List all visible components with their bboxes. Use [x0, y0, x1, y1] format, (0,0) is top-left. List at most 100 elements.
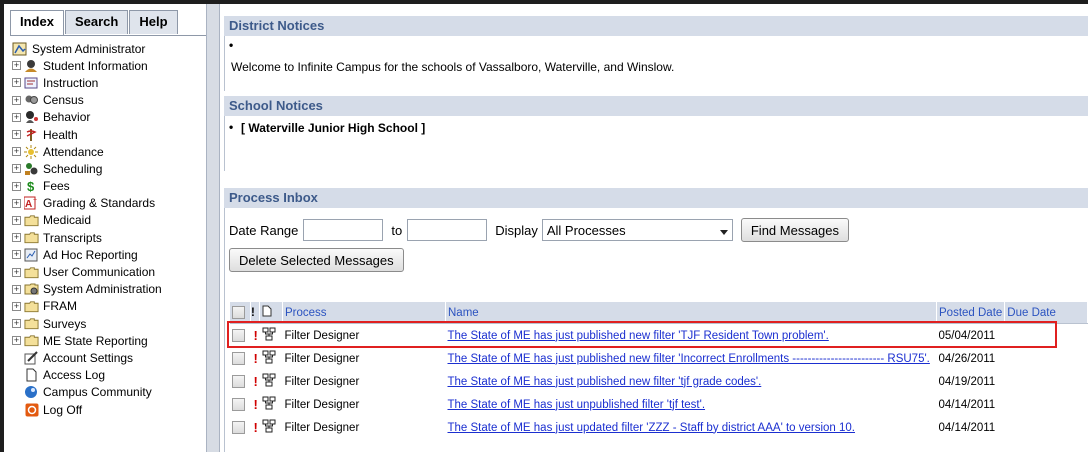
expand-icon[interactable]: + — [12, 78, 21, 88]
row-select-cell — [230, 393, 251, 416]
name-cell: The State of ME has just published new f… — [446, 370, 937, 393]
expand-icon[interactable]: + — [12, 112, 21, 122]
due-date-column-header[interactable]: Due Date — [1004, 302, 1088, 324]
tree-item-behavior[interactable]: + Behavior — [12, 109, 208, 126]
display-select[interactable]: All Processes — [541, 219, 733, 241]
tree-item-label: FRAM — [43, 299, 77, 314]
scheduling-icon — [24, 162, 39, 176]
expand-icon[interactable]: + — [12, 95, 21, 105]
tree-item-transcripts[interactable]: + Transcripts — [12, 229, 208, 246]
expand-icon[interactable]: + — [12, 250, 21, 260]
tree-item-fees[interactable]: + $ Fees — [12, 178, 208, 195]
table-row[interactable]: ! Filter Designer The State of ME has just… — [230, 416, 1088, 439]
expand-icon[interactable]: + — [12, 181, 21, 191]
message-link[interactable]: The State of ME has just published new f… — [448, 376, 762, 388]
message-link[interactable]: The State of ME has just unpublished fil… — [448, 399, 706, 411]
tree-item-log-off[interactable]: Log Off — [12, 401, 208, 418]
navigation-pane: Index Search Help System Administrator +… — [4, 4, 206, 452]
row-select-cell — [230, 324, 251, 348]
process-column-header[interactable]: Process — [282, 302, 446, 324]
expand-icon[interactable]: + — [12, 336, 21, 346]
tree-item-health[interactable]: + Health — [12, 126, 208, 143]
tree-item-account-settings[interactable]: Account Settings — [12, 349, 208, 366]
table-row[interactable]: ! Filter Designer The State of ME has just… — [230, 324, 1088, 348]
expand-icon[interactable]: + — [12, 215, 21, 225]
tree-item-campus-community[interactable]: Campus Community — [12, 384, 208, 401]
tree-item-grading-standards[interactable]: + A + Grading & Standards — [12, 195, 208, 212]
priority-cell: ! — [251, 416, 260, 439]
expand-icon[interactable]: + — [12, 147, 21, 157]
expand-icon[interactable]: + — [12, 284, 21, 294]
row-checkbox[interactable] — [232, 421, 245, 434]
tree-item-scheduling[interactable]: + Scheduling — [12, 160, 208, 177]
tree-item-census[interactable]: + Census — [12, 92, 208, 109]
tree-item-medicaid[interactable]: + Medicaid — [12, 212, 208, 229]
message-link[interactable]: The State of ME has just updated filter … — [448, 422, 856, 434]
priority-cell: ! — [251, 324, 260, 348]
folder-icon — [24, 317, 39, 331]
expand-icon[interactable]: + — [12, 233, 21, 243]
tree-item-instruction[interactable]: + Instruction — [12, 74, 208, 91]
tree-item-fram[interactable]: + FRAM — [12, 298, 208, 315]
date-range-start-input[interactable] — [303, 219, 384, 241]
expand-icon[interactable]: + — [12, 319, 21, 329]
chevron-down-icon — [719, 223, 728, 238]
tree-item-ad-hoc-reporting[interactable]: + Ad Hoc Reporting — [12, 246, 208, 263]
tree-item-label: Transcripts — [43, 230, 102, 245]
row-checkbox[interactable] — [232, 352, 245, 365]
student-icon — [24, 59, 39, 73]
expand-icon[interactable]: + — [12, 198, 21, 208]
delete-selected-messages-button[interactable]: Delete Selected Messages — [229, 248, 404, 272]
priority-icon: ! — [253, 374, 258, 389]
tree-item-access-log[interactable]: Access Log — [12, 367, 208, 384]
tree-item-surveys[interactable]: + Surveys — [12, 315, 208, 332]
due-date-cell — [1005, 370, 1088, 393]
name-column-header[interactable]: Name — [445, 302, 937, 324]
school-bullet: • — [229, 120, 234, 134]
row-checkbox[interactable] — [232, 329, 245, 342]
tree-item-label: Account Settings — [43, 350, 134, 365]
priority-icon: ! — [253, 351, 258, 366]
tree-root-label: System Administrator — [32, 41, 146, 56]
tree-item-label: Log Off — [43, 402, 83, 417]
find-messages-button[interactable]: Find Messages — [740, 218, 850, 242]
priority-icon: ! — [253, 397, 258, 412]
tree-item-attendance[interactable]: + Attendance — [12, 143, 208, 160]
tab-search[interactable]: Search — [64, 10, 129, 34]
row-checkbox[interactable] — [232, 398, 245, 411]
account-settings-icon — [24, 351, 39, 365]
expand-icon[interactable]: + — [12, 301, 21, 311]
tree-item-label: Surveys — [43, 316, 87, 331]
document-icon — [24, 368, 39, 382]
expand-icon[interactable]: + — [12, 130, 21, 140]
tree-item-label: Ad Hoc Reporting — [43, 247, 138, 262]
tree-item-user-communication[interactable]: + User Communication — [12, 263, 208, 280]
process-cell: Filter Designer — [284, 421, 360, 434]
table-header-row: ! Process Name Posted Date Due Date — [230, 302, 1088, 324]
tab-index[interactable]: Index — [10, 10, 64, 36]
table-row[interactable]: ! Filter Designer The State of ME has just… — [230, 370, 1088, 393]
tree-root-system-administrator[interactable]: System Administrator — [12, 40, 208, 57]
table-row[interactable]: ! Filter Designer The State of ME has just… — [230, 347, 1088, 370]
expand-icon[interactable]: + — [12, 267, 21, 277]
tree-item-student-information[interactable]: + Student Information — [12, 57, 208, 74]
tree-item-me-state-reporting[interactable]: + ME State Reporting — [12, 332, 208, 349]
row-checkbox[interactable] — [232, 375, 245, 388]
message-link[interactable]: The State of ME has just published new f… — [448, 330, 829, 342]
process-cell: Filter Designer — [284, 329, 360, 342]
tab-help[interactable]: Help — [129, 10, 178, 34]
message-link[interactable]: The State of ME has just published new f… — [448, 353, 930, 365]
select-all-checkbox[interactable] — [232, 306, 245, 319]
table-row[interactable]: ! Filter Designer The State of ME has just… — [230, 393, 1088, 416]
date-range-label: Date Range — [229, 222, 299, 238]
sysadmin-icon — [24, 282, 39, 296]
process-cell: Filter Designer — [284, 352, 360, 365]
pane-divider[interactable] — [206, 4, 220, 452]
expand-icon[interactable]: + — [12, 61, 21, 71]
date-range-end-input[interactable] — [407, 219, 488, 241]
select-all-column — [230, 302, 251, 324]
tree-item-system-administration[interactable]: + System Administration — [12, 281, 208, 298]
expand-icon[interactable]: + — [12, 164, 21, 174]
process-cell: Filter Designer — [284, 398, 360, 411]
posted-date-column-header[interactable]: Posted Date — [936, 302, 1006, 324]
